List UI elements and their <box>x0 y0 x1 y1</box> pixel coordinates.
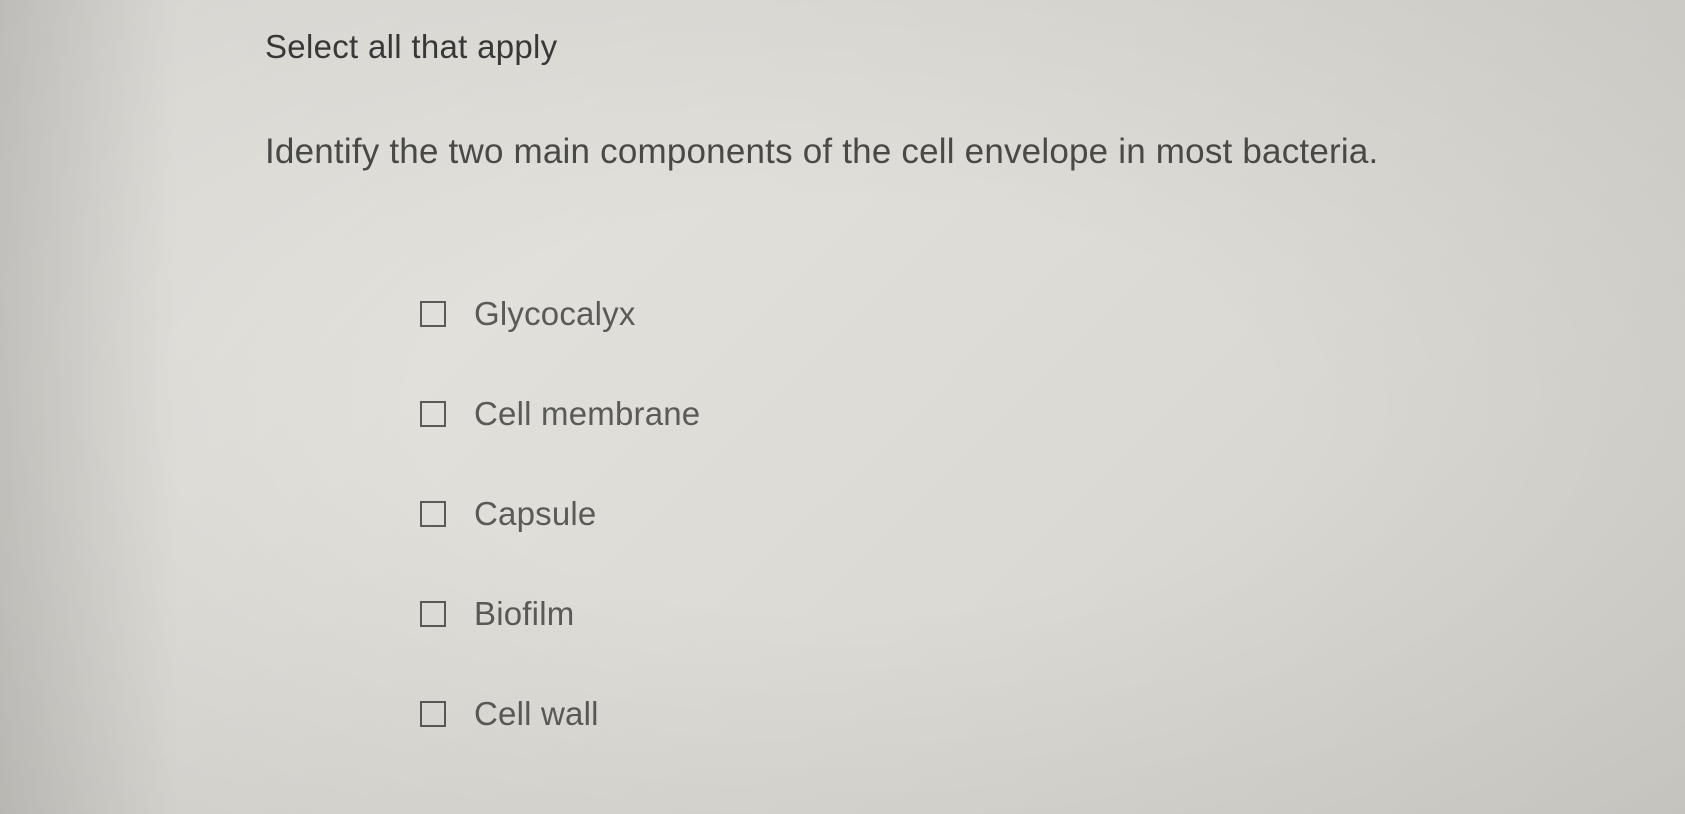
option-row[interactable]: Capsule <box>420 495 1685 533</box>
option-label: Cell membrane <box>474 395 700 433</box>
question-text: Identify the two main components of the … <box>265 128 1685 175</box>
instruction-text: Select all that apply <box>265 28 1685 66</box>
checkbox-icon[interactable] <box>420 701 446 727</box>
option-label: Biofilm <box>474 595 574 633</box>
option-label: Cell wall <box>474 695 599 733</box>
option-label: Capsule <box>474 495 596 533</box>
option-label: Glycocalyx <box>474 295 636 333</box>
option-row[interactable]: Biofilm <box>420 595 1685 633</box>
quiz-content: Select all that apply Identify the two m… <box>0 0 1685 733</box>
option-row[interactable]: Cell membrane <box>420 395 1685 433</box>
options-list: Glycocalyx Cell membrane Capsule Biofilm… <box>265 295 1685 733</box>
checkbox-icon[interactable] <box>420 601 446 627</box>
option-row[interactable]: Cell wall <box>420 695 1685 733</box>
checkbox-icon[interactable] <box>420 301 446 327</box>
option-row[interactable]: Glycocalyx <box>420 295 1685 333</box>
checkbox-icon[interactable] <box>420 501 446 527</box>
checkbox-icon[interactable] <box>420 401 446 427</box>
